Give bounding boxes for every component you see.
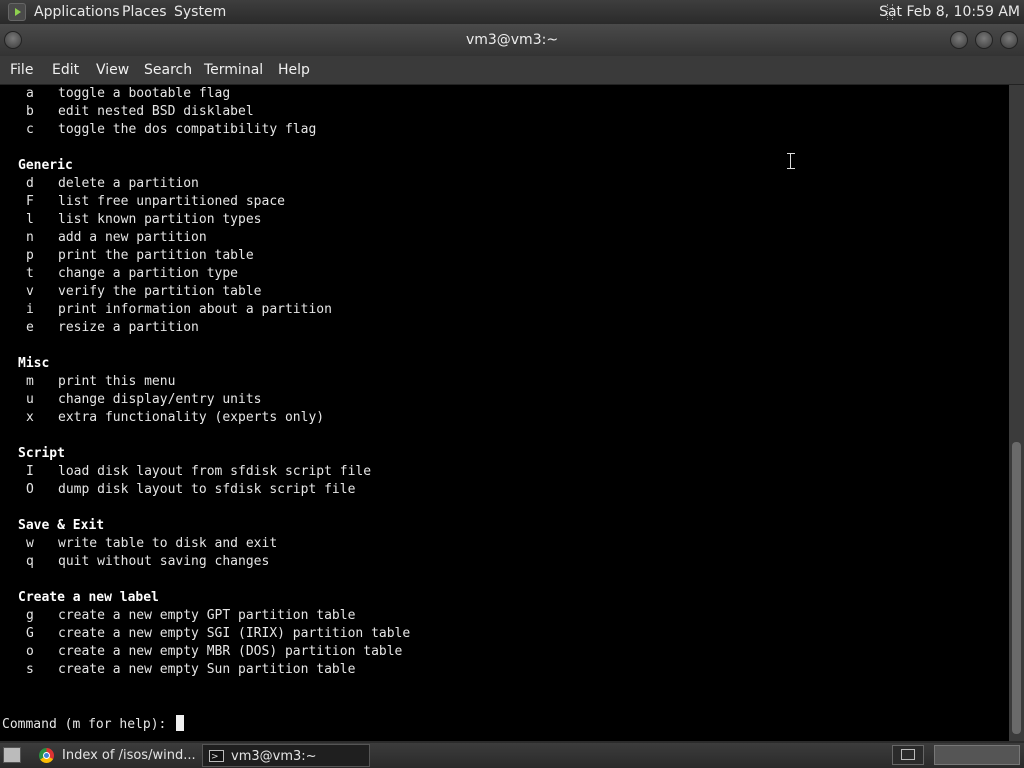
menu-edit[interactable]: Edit — [52, 62, 79, 78]
command-key: F — [26, 194, 34, 209]
menu-help[interactable]: Help — [278, 62, 310, 78]
section-heading: Script — [18, 446, 65, 461]
command-prompt-line[interactable]: Command (m for help): — [2, 715, 185, 733]
command-description: create a new empty SGI (IRIX) partition … — [58, 626, 411, 641]
command-description: list free unpartitioned space — [58, 194, 285, 209]
command-description: resize a partition — [58, 320, 199, 335]
terminal-output[interactable]: a toggle a bootable flag b edit nested BSD … — [0, 85, 1009, 741]
command-key: I — [26, 464, 34, 479]
top-panel: Applications Places System Sat Feb 8, 10… — [0, 0, 1024, 24]
menubar: File Edit View Search Terminal Help — [0, 56, 1024, 85]
close-button[interactable] — [1000, 31, 1018, 49]
command-description: create a new empty MBR (DOS) partition t… — [58, 644, 403, 659]
command-description: print the partition table — [58, 248, 254, 263]
command-description: create a new empty Sun partition table — [58, 662, 356, 677]
command-key: b — [26, 104, 34, 119]
command-key: c — [26, 122, 34, 137]
terminal-scrollbar[interactable] — [1009, 85, 1024, 741]
command-key: g — [26, 608, 34, 623]
command-description: list known partition types — [58, 212, 262, 227]
taskbar-item-label: vm3@vm3:~ — [231, 749, 317, 764]
command-description: change a partition type — [58, 266, 239, 281]
window-title-bar[interactable]: vm3@vm3:~ — [0, 24, 1024, 56]
command-description: verify the partition table — [58, 284, 262, 299]
command-description: quit without saving changes — [58, 554, 270, 569]
section-heading: Save & Exit — [18, 518, 105, 533]
command-key: l — [26, 212, 34, 227]
command-key: u — [26, 392, 34, 407]
taskbar-item-terminal[interactable]: vm3@vm3:~ — [202, 744, 370, 768]
terminal-icon — [209, 746, 224, 768]
command-key: v — [26, 284, 34, 299]
command-description: add a new partition — [58, 230, 207, 245]
command-key: d — [26, 176, 34, 191]
maximize-button[interactable] — [975, 31, 993, 49]
command-key: x — [26, 410, 34, 425]
command-key: s — [26, 662, 34, 677]
command-key: a — [26, 86, 34, 101]
text-cursor — [176, 715, 185, 731]
menu-file[interactable]: File — [10, 62, 33, 78]
command-key: i — [26, 302, 34, 317]
scrollbar-thumb[interactable] — [1012, 442, 1021, 734]
command-description: edit nested BSD disklabel — [58, 104, 254, 119]
command-prompt: Command (m for help): — [2, 717, 175, 732]
minimize-button[interactable] — [950, 31, 968, 49]
command-description: create a new empty GPT partition table — [58, 608, 356, 623]
section-heading: Create a new label — [18, 590, 159, 605]
menu-terminal[interactable]: Terminal — [204, 62, 263, 78]
taskbar-item-label: Index of /isos/wind... — [62, 748, 196, 763]
ibeam-cursor-icon — [787, 153, 795, 169]
places-menu[interactable]: Places — [122, 4, 167, 20]
menu-search[interactable]: Search — [144, 62, 192, 78]
command-description: extra functionality (experts only) — [58, 410, 325, 425]
menu-view[interactable]: View — [96, 62, 129, 78]
command-description: dump disk layout to sfdisk script file — [58, 482, 356, 497]
command-key: n — [26, 230, 34, 245]
command-description: toggle a bootable flag — [58, 86, 231, 101]
command-key: e — [26, 320, 34, 335]
command-key: G — [26, 626, 34, 641]
show-desktop-icon[interactable] — [3, 747, 21, 763]
window-list-icon[interactable] — [892, 745, 924, 765]
section-heading: Misc — [18, 356, 50, 371]
command-key: q — [26, 554, 34, 569]
command-key: p — [26, 248, 34, 263]
section-heading: Generic — [18, 158, 73, 173]
command-description: write table to disk and exit — [58, 536, 278, 551]
workspace-switcher[interactable] — [934, 745, 1020, 765]
command-key: w — [26, 536, 34, 551]
command-description: load disk layout from sfdisk script file — [58, 464, 372, 479]
bottom-panel: Index of /isos/wind... vm3@vm3:~ — [0, 743, 1024, 768]
window-title: vm3@vm3:~ — [465, 32, 559, 48]
system-menu[interactable]: System — [174, 4, 226, 20]
chrome-icon — [39, 748, 54, 763]
command-key: o — [26, 644, 34, 659]
command-key: m — [26, 374, 34, 389]
command-description: delete a partition — [58, 176, 199, 191]
applications-menu[interactable]: Applications — [34, 4, 120, 20]
taskbar-item-browser[interactable]: Index of /isos/wind... — [34, 744, 198, 767]
command-description: print information about a partition — [58, 302, 332, 317]
command-key: t — [26, 266, 34, 281]
command-description: toggle the dos compatibility flag — [58, 122, 317, 137]
command-description: change display/entry units — [58, 392, 262, 407]
clock[interactable]: Sat Feb 8, 10:59 AM — [879, 4, 1020, 20]
command-key: O — [26, 482, 34, 497]
applications-logo-icon[interactable] — [8, 3, 26, 21]
command-description: print this menu — [58, 374, 176, 389]
